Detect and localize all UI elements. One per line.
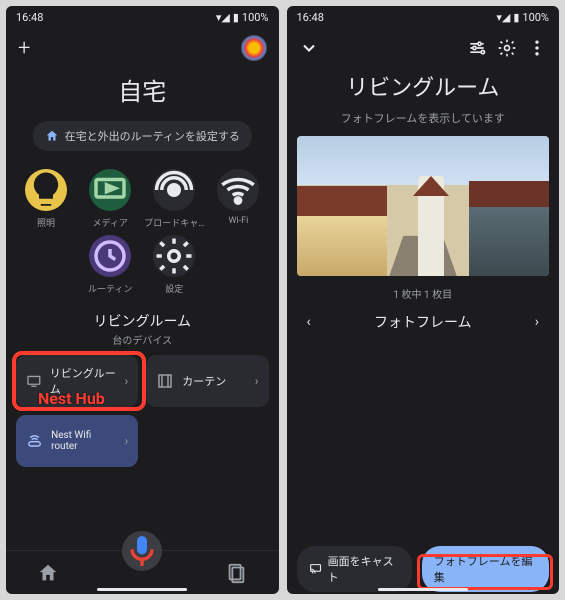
avatar[interactable] [241, 35, 267, 61]
home-title: 自宅 [6, 72, 279, 107]
device-label: Nest Wifi router [51, 430, 117, 452]
device-row-2: Nest Wifi router › [6, 415, 279, 467]
status-right: ▾◢ ▮ 100% [496, 11, 549, 24]
nav-activity-icon[interactable] [225, 562, 247, 584]
nav-home-icon[interactable] [37, 562, 59, 584]
cat-label: 設定 [165, 282, 183, 295]
routine-chip[interactable]: 在宅と外出のルーティンを設定する [33, 121, 252, 151]
annotation-nest-hub: Nest Hub [38, 389, 105, 408]
bottom-nav [6, 550, 279, 594]
home-screen: 16:48 ▾◢ ▮ 100% + 自宅 在宅と外出のルーティンを設定する 照明… [6, 6, 279, 594]
gesture-bar [97, 588, 187, 591]
cat-label: メディア [93, 216, 128, 229]
cast-button[interactable]: 画面をキャスト [297, 546, 412, 592]
prev-arrow[interactable]: ‹ [307, 314, 311, 330]
status-bar: 16:48 ▾◢ ▮ 100% [287, 6, 560, 28]
display-icon [26, 372, 42, 390]
status-bar: 16:48 ▾◢ ▮ 100% [6, 6, 279, 28]
category-grid: 照明 メディア ブロードキャ… Wi-Fi ルーティン [6, 169, 279, 295]
cat-label: ブロードキャ… [144, 216, 204, 229]
gear-icon[interactable] [497, 38, 517, 58]
wifi-icon: ▾◢ [496, 11, 510, 24]
edit-frame-button[interactable]: フォトフレームを編集 [422, 546, 549, 592]
cast-icon [309, 562, 322, 576]
top-bar: + [6, 28, 279, 68]
clock: 16:48 [297, 11, 324, 24]
more-icon[interactable] [527, 38, 547, 58]
battery-text: 100% [242, 11, 269, 24]
clock: 16:48 [16, 11, 43, 24]
add-button[interactable]: + [18, 36, 30, 61]
broadcast-icon [153, 169, 195, 211]
device-curtain[interactable]: カーテン › [146, 355, 268, 407]
tune-icon[interactable] [467, 38, 487, 58]
frame-status: フォトフレームを表示しています [287, 110, 560, 126]
photo-preview[interactable] [297, 136, 550, 276]
frame-title: フォトフレーム [374, 312, 472, 332]
category-lighting[interactable]: 照明 [14, 169, 78, 229]
battery-text: 100% [522, 11, 549, 24]
home-icon [45, 129, 59, 143]
cat-label: ルーティン [88, 282, 132, 295]
edit-label: フォトフレームを編集 [434, 553, 537, 585]
device-nest-wifi[interactable]: Nest Wifi router › [16, 415, 138, 467]
gear-icon [153, 235, 195, 277]
photo-frame-screen: 16:48 ▾◢ ▮ 100% リビングルーム フォトフレームを表示しています … [287, 6, 560, 594]
cat-label: Wi-Fi [229, 216, 249, 226]
cast-label: 画面をキャスト [328, 553, 400, 585]
category-wifi[interactable]: Wi-Fi [206, 169, 270, 229]
chevron-right-icon: › [255, 374, 259, 388]
cat-label: 照明 [37, 216, 55, 229]
wifi-icon [217, 169, 259, 211]
room-sub: 台のデバイス [6, 332, 279, 347]
top-bar [287, 28, 560, 68]
media-icon [89, 169, 131, 211]
chevron-right-icon: › [125, 374, 129, 388]
back-button[interactable] [299, 38, 319, 58]
signal-icon: ▮ [513, 11, 519, 24]
gesture-bar [378, 588, 468, 591]
bottom-actions: 画面をキャスト フォトフレームを編集 [287, 550, 560, 594]
bulb-icon [25, 169, 67, 211]
photo-counter: 1 枚中 1 枚目 [287, 286, 560, 301]
status-right: ▾◢ ▮ 100% [216, 11, 269, 24]
signal-icon: ▮ [233, 11, 239, 24]
category-broadcast[interactable]: ブロードキャ… [142, 169, 206, 229]
routine-icon [89, 235, 131, 277]
router-icon [26, 432, 43, 450]
mic-fab[interactable] [122, 531, 162, 571]
category-settings[interactable]: 設定 [142, 235, 206, 295]
frame-nav: ‹ フォトフレーム › [287, 305, 560, 339]
device-label: カーテン [182, 373, 226, 389]
wifi-icon: ▾◢ [216, 11, 230, 24]
routine-label: 在宅と外出のルーティンを設定する [65, 128, 240, 144]
category-routine[interactable]: ルーティン [78, 235, 142, 295]
category-media[interactable]: メディア [78, 169, 142, 229]
room-title: リビングルーム [287, 70, 560, 102]
next-arrow[interactable]: › [535, 314, 539, 330]
curtain-icon [156, 372, 174, 390]
chevron-right-icon: › [125, 434, 129, 448]
room-header: リビングルーム [6, 311, 279, 331]
